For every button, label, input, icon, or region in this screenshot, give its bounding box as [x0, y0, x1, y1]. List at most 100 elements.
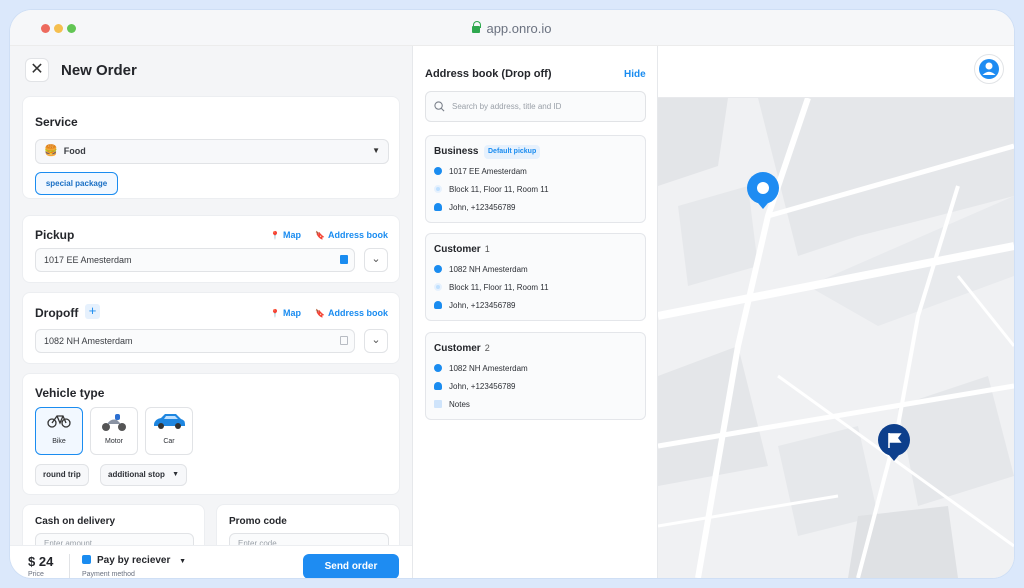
- dropoff-address-field[interactable]: 1082 NH Amesterdam: [35, 329, 355, 353]
- vehicle-card: Vehicle type Bike Motor Car round trip: [22, 373, 400, 495]
- pickup-address-book-label: Address book: [328, 230, 388, 240]
- entry-address-text: 1082 NH Amesterdam: [449, 265, 528, 274]
- price-caption: Price: [28, 571, 44, 578]
- saved-bookmark-icon[interactable]: [340, 255, 348, 264]
- user-avatar-icon: [974, 54, 1004, 84]
- service-select[interactable]: 🍔Food ▼: [35, 139, 389, 164]
- dropoff-map-link[interactable]: 📍Map: [270, 308, 301, 318]
- car-icon: [146, 408, 192, 438]
- address-entry[interactable]: Business Default pickup 1017 EE Amesterd…: [425, 135, 646, 223]
- address-book-panel: Address book (Drop off) Hide Search by a…: [412, 46, 658, 578]
- chevron-down-icon: ⌄: [371, 253, 380, 265]
- hide-address-book-button[interactable]: Hide: [624, 69, 646, 80]
- address-entry[interactable]: Customer2 1082 NH Amesterdam John, +1234…: [425, 332, 646, 420]
- entry-detail: Block 11, Floor 11, Room 11: [434, 185, 549, 194]
- user-icon: [82, 555, 91, 564]
- person-icon: [434, 301, 442, 309]
- building-icon: [434, 283, 442, 291]
- vehicle-label: Car: [146, 438, 192, 445]
- entry-address-text: 1017 EE Amesterdam: [449, 167, 527, 176]
- dropoff-address-value: 1082 NH Amesterdam: [44, 336, 133, 346]
- default-pickup-badge: Default pickup: [484, 145, 540, 159]
- map-header: [658, 46, 1014, 98]
- dropoff-address-book-link[interactable]: 🔖Address book: [315, 308, 388, 318]
- pickup-card: Pickup 📍Map 🔖Address book 1017 EE Ameste…: [22, 215, 400, 283]
- payment-method-select[interactable]: Pay by reciever ▼: [82, 555, 186, 566]
- pickup-map-link[interactable]: 📍Map: [270, 230, 301, 240]
- profile-button[interactable]: [974, 54, 1004, 84]
- entry-detail: Block 11, Floor 11, Room 11: [434, 283, 549, 292]
- service-heading: Service: [35, 115, 78, 129]
- add-dropoff-button[interactable]: +: [85, 304, 100, 319]
- browser-window: app.onro.io ✕ New Order Service 🍔Food ▼ …: [10, 10, 1014, 578]
- caret-down-icon: ▼: [179, 558, 186, 565]
- map-canvas[interactable]: [658, 46, 1014, 578]
- map-view[interactable]: [658, 46, 1014, 578]
- price-value: $ 24: [28, 554, 53, 569]
- dropoff-expand-button[interactable]: ⌄: [364, 329, 388, 353]
- order-footer: $ 24 Price Pay by reciever ▼ Payment met…: [10, 545, 412, 578]
- url-text: app.onro.io: [486, 21, 551, 36]
- cod-heading: Cash on delivery: [35, 516, 115, 527]
- entry-notes: Notes: [434, 400, 470, 409]
- address-search-input[interactable]: Search by address, title and ID: [425, 91, 646, 122]
- entry-contact: John, +123456789: [434, 301, 516, 310]
- entry-contact: John, +123456789: [434, 382, 516, 391]
- entry-count: 2: [485, 343, 490, 353]
- new-order-panel: ✕ New Order Service 🍔Food ▼ special pack…: [10, 46, 412, 578]
- additional-stop-label: additional stop: [108, 470, 165, 479]
- additional-stop-select[interactable]: additional stop ▼: [100, 464, 187, 486]
- location-icon: [434, 265, 442, 273]
- vehicle-label: Motor: [91, 438, 137, 445]
- pickup-address-book-link[interactable]: 🔖Address book: [315, 230, 388, 240]
- address-book-title: Address book (Drop off): [425, 68, 552, 80]
- entry-address: 1082 NH Amesterdam: [434, 265, 528, 274]
- address-entry[interactable]: Customer1 1082 NH Amesterdam Block 11, F…: [425, 233, 646, 321]
- pickup-address-value: 1017 EE Amesterdam: [44, 255, 132, 265]
- entry-address: 1017 EE Amesterdam: [434, 167, 527, 176]
- promo-heading: Promo code: [229, 516, 287, 527]
- building-icon: [434, 185, 442, 193]
- bookmark-icon: 🔖: [315, 309, 325, 318]
- vehicle-label: Bike: [36, 438, 82, 445]
- search-placeholder: Search by address, title and ID: [452, 102, 561, 111]
- entry-title-text: Business: [434, 146, 478, 157]
- vehicle-option-motor[interactable]: Motor: [90, 407, 138, 455]
- entry-address: 1082 NH Amesterdam: [434, 364, 528, 373]
- pickup-address-field[interactable]: 1017 EE Amesterdam: [35, 248, 355, 272]
- payment-caption: Payment method: [82, 571, 135, 578]
- vehicle-heading: Vehicle type: [35, 386, 104, 400]
- vehicle-option-bike[interactable]: Bike: [35, 407, 83, 455]
- dropoff-map-label: Map: [283, 308, 301, 318]
- close-icon: ✕: [30, 61, 43, 78]
- payment-method-value: Pay by reciever: [97, 555, 170, 566]
- pin-icon: 📍: [270, 231, 280, 240]
- location-icon: [434, 167, 442, 175]
- page-title: New Order: [61, 62, 137, 79]
- entry-address-text: 1082 NH Amesterdam: [449, 364, 528, 373]
- location-icon: [434, 364, 442, 372]
- plus-icon: +: [89, 303, 97, 318]
- send-order-button[interactable]: Send order: [303, 554, 399, 578]
- close-order-button[interactable]: ✕: [25, 58, 49, 82]
- person-icon: [434, 203, 442, 211]
- special-package-toggle[interactable]: special package: [35, 172, 118, 195]
- dropoff-card: Dropoff + 📍Map 🔖Address book 1082 NH Ame…: [22, 292, 400, 364]
- address-bar[interactable]: app.onro.io: [10, 21, 1014, 36]
- caret-down-icon: ▼: [372, 140, 380, 162]
- entry-count: 1: [485, 244, 490, 254]
- entry-detail-text: Block 11, Floor 11, Room 11: [449, 283, 549, 292]
- entry-title: Customer2: [434, 343, 490, 354]
- vehicle-option-car[interactable]: Car: [145, 407, 193, 455]
- service-selected: Food: [64, 146, 86, 156]
- chevron-down-icon: ⌄: [371, 334, 380, 346]
- caret-down-icon: ▼: [172, 465, 179, 485]
- bookmark-outline-icon[interactable]: [340, 336, 348, 345]
- bike-icon: [36, 408, 82, 438]
- round-trip-chip[interactable]: round trip: [35, 464, 89, 486]
- entry-title: Customer1: [434, 244, 490, 255]
- pickup-expand-button[interactable]: ⌄: [364, 248, 388, 272]
- entry-detail-text: Block 11, Floor 11, Room 11: [449, 185, 549, 194]
- entry-contact-text: John, +123456789: [449, 203, 516, 212]
- bookmark-icon: 🔖: [315, 231, 325, 240]
